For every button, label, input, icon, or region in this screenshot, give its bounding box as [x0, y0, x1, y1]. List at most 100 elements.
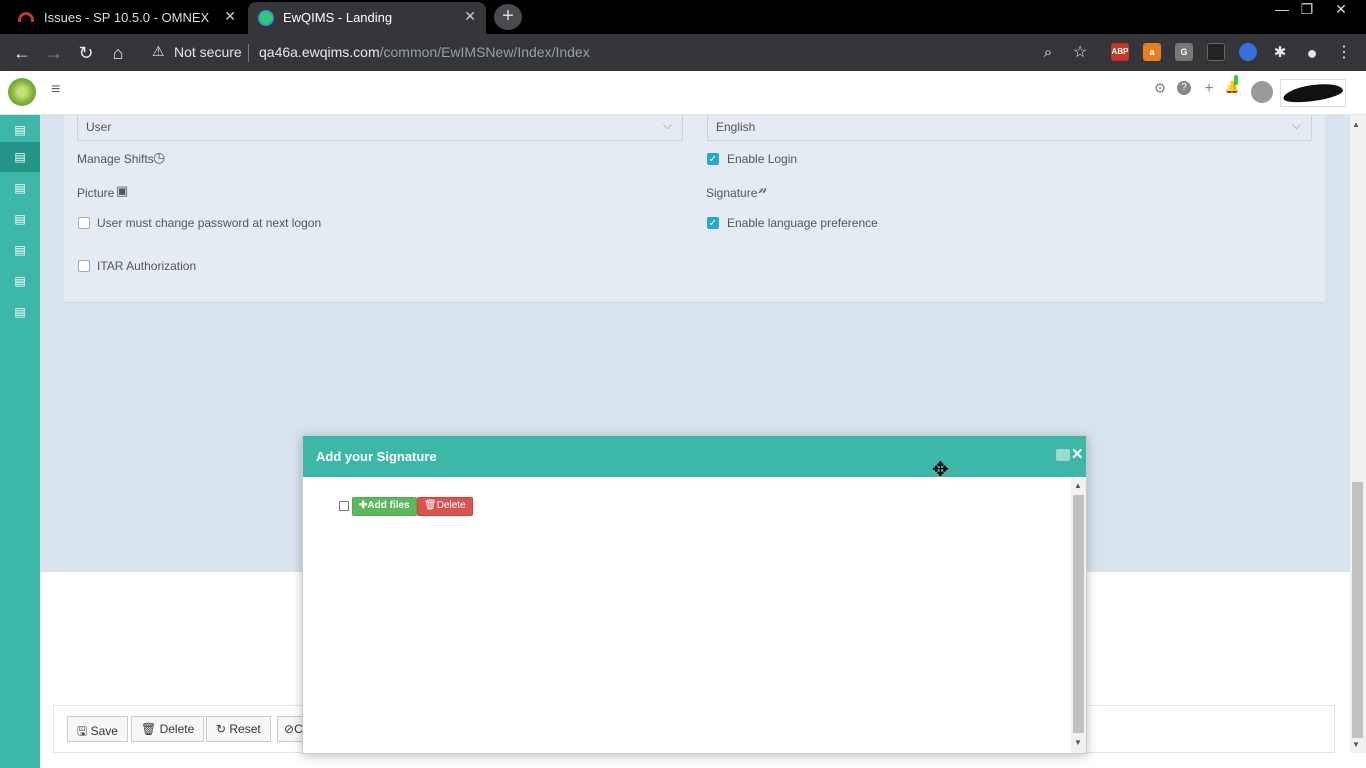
chevron-down-icon: ⌵ [1291, 118, 1301, 132]
adblock-extension-icon[interactable]: ABP [1111, 43, 1129, 61]
new-tab-button[interactable]: + [494, 4, 522, 30]
add-icon[interactable]: + [1201, 80, 1217, 98]
trash-icon: 🗑 [141, 722, 160, 736]
tab-issues[interactable]: Issues - SP 10.5.0 - OMNEX ISSU ✕ [0, 2, 246, 34]
close-window-button[interactable]: ✕ [1326, 0, 1356, 18]
sidebar-item-6[interactable]: ▤ [0, 266, 40, 296]
tab-ewqims-landing[interactable]: EwQIMS - Landing ✕ [248, 2, 486, 34]
clock-icon[interactable]: ◷ [153, 149, 165, 166]
bookmark-star-icon[interactable]: ☆ [1069, 42, 1091, 64]
warning-icon: ⚠ [152, 43, 165, 59]
dialog-close-icon[interactable]: ✕ [1071, 445, 1084, 463]
tab-close-icon[interactable]: ✕ [224, 8, 236, 25]
add-files-button[interactable]: ✚Add files [352, 497, 417, 516]
enable-language-label: Enable language preference [727, 216, 878, 230]
signature-label: Signature [706, 186, 758, 200]
language-select-value: English [716, 120, 756, 134]
language-select[interactable]: English ⌵ [707, 115, 1312, 141]
move-cursor-icon: ✥ [932, 459, 949, 481]
tab-title: Issues - SP 10.5.0 - OMNEX ISSU [44, 10, 214, 25]
tab-title: EwQIMS - Landing [283, 10, 393, 25]
sidebar-item-1[interactable]: ▤ [0, 115, 40, 145]
enable-language-checkbox[interactable]: ✓ [707, 217, 719, 229]
url-path: /common/EwIMSNew/Index/Index [379, 44, 590, 60]
reset-icon: ↻ [216, 722, 230, 736]
delete-label: Delete [159, 722, 195, 736]
delete-files-button[interactable]: 🗑Delete [417, 497, 473, 516]
save-icon: 🖫 [77, 724, 91, 738]
user-avatar[interactable] [1251, 81, 1273, 103]
browser-menu-icon[interactable]: ⋮ [1333, 42, 1355, 64]
change-password-label: User must change password at next logon [97, 216, 322, 230]
forward-button[interactable]: → [43, 42, 65, 64]
dialog-body: ✚Add files 🗑Delete [303, 477, 1071, 753]
page-scrollbar-thumb[interactable] [1352, 482, 1363, 738]
sidebar-item-4[interactable]: ▤ [0, 204, 40, 234]
not-secure-label: Not secure [174, 44, 242, 60]
change-password-checkbox[interactable] [78, 217, 90, 229]
reset-label: Reset [229, 722, 261, 736]
dialog-scroll-down-icon[interactable]: ▼ [1074, 738, 1082, 747]
add-signature-dialog: Add your Signature ✕ ✚Add files 🗑Delete … [302, 435, 1087, 754]
address-bar-row: ← → ↻ ⌂ ⚠ Not secure qa46a.ewqims.com/co… [0, 34, 1366, 71]
app-header: ≡ ⚙ ? + 🔔 [0, 71, 1366, 115]
user-form-panel: User ⌵ English ⌵ Manage Shifts ◷ ✓ Enabl… [64, 115, 1325, 303]
enable-login-label: Enable Login [727, 152, 798, 166]
reload-button[interactable]: ↻ [75, 42, 97, 64]
cancel-icon: ⊘ [284, 722, 295, 736]
select-all-files-checkbox[interactable] [339, 501, 349, 511]
dialog-scroll-up-icon[interactable]: ▲ [1074, 481, 1082, 490]
itar-authorization-label: ITAR Authorization [97, 259, 197, 273]
notification-indicator [1234, 75, 1238, 85]
dialog-scrollbar-thumb[interactable] [1073, 495, 1084, 733]
dialog-title: Add your Signature [316, 449, 437, 464]
globe-favicon-icon [258, 10, 274, 26]
picture-label: Picture [77, 186, 115, 200]
url-divider [248, 44, 249, 62]
tab-close-icon[interactable]: ✕ [464, 8, 476, 25]
browser-tab-bar: Issues - SP 10.5.0 - OMNEX ISSU ✕ EwQIMS… [0, 0, 1366, 34]
role-select[interactable]: User ⌵ [77, 115, 683, 141]
reset-button[interactable]: ↻ Reset [206, 716, 271, 742]
itar-checkbox[interactable] [78, 260, 90, 272]
profile-icon[interactable]: ● [1301, 42, 1323, 64]
chevron-down-icon: ⌵ [662, 118, 672, 132]
grammar-extension-icon[interactable]: G [1175, 43, 1193, 61]
back-button[interactable]: ← [11, 42, 33, 64]
signature-pen-icon[interactable]: 𝓃 [758, 181, 767, 197]
help-icon[interactable]: ? [1177, 81, 1191, 95]
save-button[interactable]: 🖫 Save [67, 716, 128, 742]
url-omnibox[interactable]: ⚠ Not secure qa46a.ewqims.com/common/EwI… [140, 37, 1100, 68]
url-host: qa46a.ewqims.com [259, 44, 380, 60]
left-sidebar: ▤ ▤ ▤ ▤ ▤ ▤ ▤ [0, 115, 40, 768]
home-button[interactable]: ⌂ [107, 42, 129, 64]
extensions-puzzle-icon[interactable]: ✱ [1269, 42, 1291, 64]
chrome-extension-icon[interactable] [1239, 43, 1257, 61]
hamburger-menu-icon[interactable]: ≡ [51, 81, 60, 99]
dialog-minimize-button[interactable] [1056, 449, 1070, 461]
trash-icon: 🗑 [424, 500, 437, 511]
scroll-up-arrow-icon[interactable]: ▲ [1352, 120, 1360, 129]
delete-files-label: Delete [436, 500, 466, 511]
restore-button[interactable]: ❐ [1292, 0, 1322, 18]
manage-shifts-label: Manage Shifts [77, 152, 154, 166]
dialog-header[interactable]: Add your Signature ✕ [303, 436, 1086, 477]
enable-login-checkbox[interactable]: ✓ [707, 153, 719, 165]
image-icon[interactable]: ▣ [116, 183, 128, 199]
brand-logo [1280, 79, 1346, 107]
app-logo[interactable] [8, 78, 36, 106]
settings-gear-icon[interactable]: ⚙ [1152, 80, 1168, 97]
shopping-extension-icon[interactable]: a [1143, 43, 1161, 61]
sidebar-item-3[interactable]: ▤ [0, 173, 40, 203]
sidebar-item-7[interactable]: ▤ [0, 297, 40, 327]
scroll-down-arrow-icon[interactable]: ▼ [1352, 740, 1360, 749]
delete-button[interactable]: 🗑 Delete [131, 716, 205, 742]
sidebar-item-2[interactable]: ▤ [0, 142, 40, 172]
sidebar-item-5[interactable]: ▤ [0, 235, 40, 265]
save-label: Save [90, 724, 118, 738]
url-text[interactable]: qa46a.ewqims.com/common/EwIMSNew/Index/I… [259, 44, 590, 60]
add-files-label: Add files [367, 500, 410, 511]
pdf-extension-icon[interactable] [1207, 43, 1225, 61]
zoom-icon[interactable]: ⌕ [1037, 42, 1059, 64]
cancel-button[interactable]: ⊘C [277, 716, 303, 742]
